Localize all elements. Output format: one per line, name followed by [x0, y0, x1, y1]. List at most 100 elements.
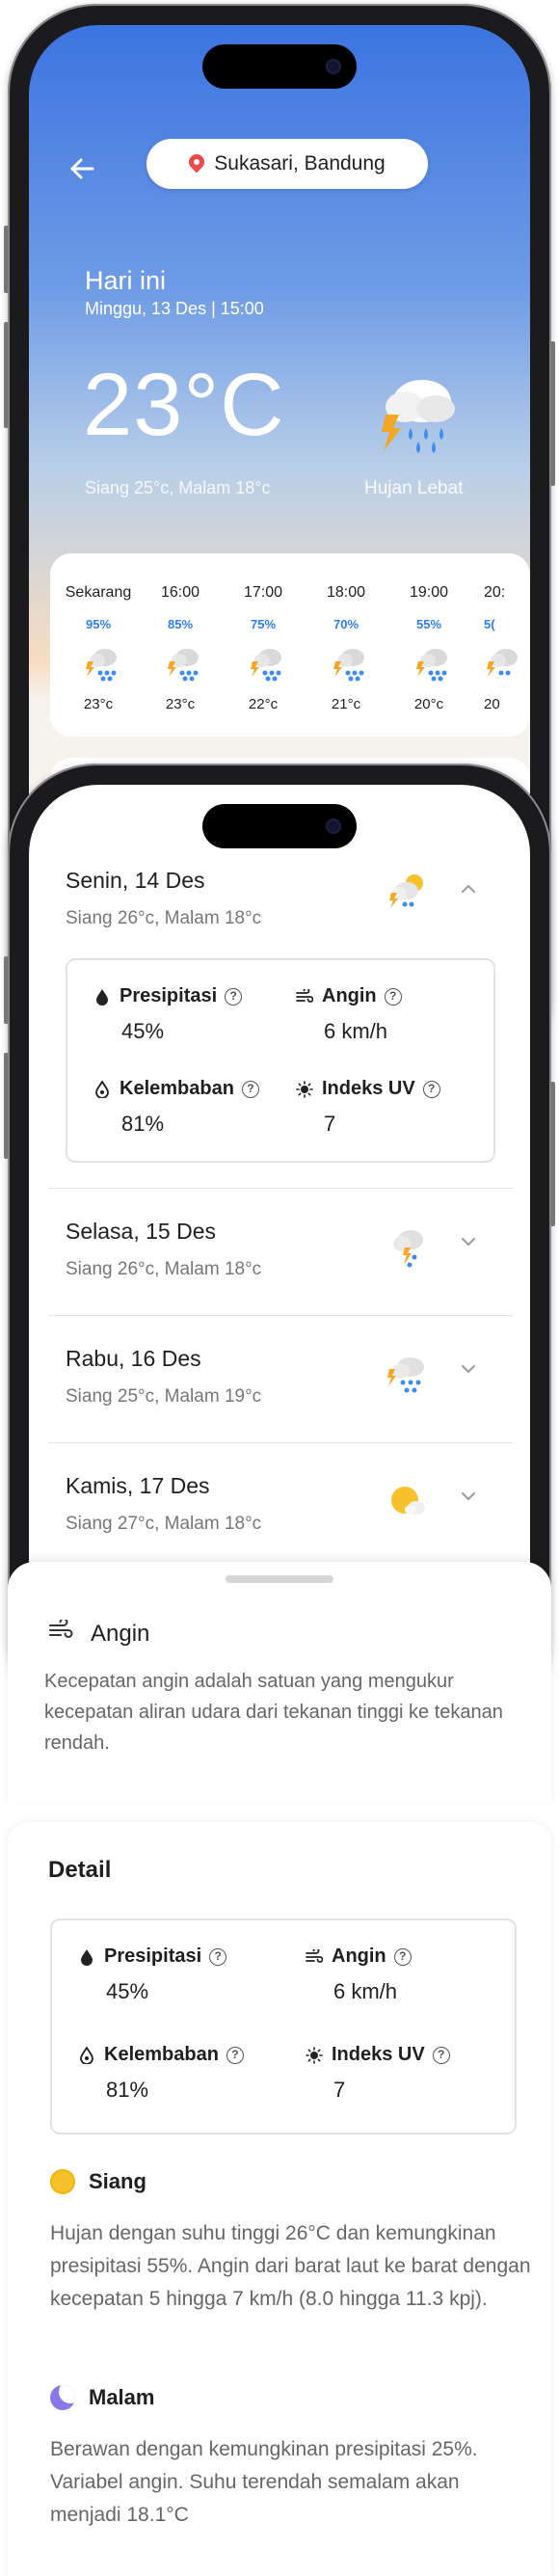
sheet-grabber[interactable]: [226, 1575, 333, 1583]
humidity-label: Kelembaban: [120, 1078, 234, 1099]
hour-time: Sekarang: [65, 584, 132, 601]
hour-time: 20:: [484, 584, 506, 601]
wind-icon: [295, 987, 314, 1006]
daily-item[interactable]: Kamis, 17 Des Siang 27°c, Malam 18°c: [48, 1444, 513, 1571]
day-heading: Siang: [89, 2169, 146, 2193]
side-button: [550, 1082, 555, 1226]
help-icon[interactable]: ?: [241, 1080, 259, 1098]
hour-time: 19:00: [409, 584, 449, 601]
back-arrow-icon[interactable]: [67, 154, 102, 189]
detail-title: Detail: [48, 1857, 112, 1883]
day-section-header: Siang: [50, 2169, 146, 2194]
day-temp-range: Siang 27°c, Malam 18°c: [66, 1514, 262, 1534]
side-button: [550, 341, 555, 486]
heavy-rain-thunder-icon: [384, 1350, 432, 1398]
sheet-title: Angin: [91, 1620, 150, 1647]
metric-humidity: Kelembaban? 81%: [77, 2044, 244, 2103]
today-label: Hari ini: [85, 266, 167, 295]
day-name: Rabu, 16 Des: [66, 1346, 201, 1371]
daily-item[interactable]: Rabu, 16 Des Siang 25°c, Malam 19°c: [48, 1317, 513, 1444]
camera-icon: [326, 59, 341, 74]
chevron-down-icon[interactable]: [459, 1359, 478, 1379]
wind-value: 6 km/h: [324, 1019, 388, 1043]
current-temperature: 23°C: [83, 356, 285, 454]
hour-precip: 95%: [85, 617, 112, 631]
daily-item[interactable]: Selasa, 15 Des Siang 26°c, Malam 18°c: [48, 1190, 513, 1317]
rain-thunder-icon: [384, 1222, 432, 1271]
sheet-description: Kecepatan angin adalah satuan yang mengu…: [44, 1671, 503, 1754]
metric-precipitation: Presipitasi? 45%: [77, 1945, 227, 2004]
help-icon[interactable]: ?: [384, 987, 402, 1006]
location-name: Sukasari, Bandung: [214, 152, 386, 174]
chevron-up-icon[interactable]: [459, 879, 478, 899]
help-icon[interactable]: ?: [422, 1080, 440, 1098]
metric-wind: Angin? 6 km/h: [305, 1945, 412, 2004]
location-selector[interactable]: Sukasari, Bandung: [146, 139, 428, 189]
rain-thunder-icon: [331, 644, 369, 683]
location-pin-icon: [189, 154, 204, 174]
sheet-header: Angin: [48, 1618, 150, 1648]
sun-cloud-icon: [384, 1477, 432, 1525]
metrics-box: Presipitasi? 45% Angin? 6 km/h Kelembaba…: [50, 1919, 517, 2134]
hour-time: 18:00: [326, 584, 366, 601]
precip-value: 45%: [106, 1979, 149, 2003]
hour-precip: 85%: [167, 617, 194, 631]
humidity-icon: [93, 1080, 112, 1099]
hour-temp: 22°c: [248, 696, 279, 712]
rain-thunder-icon: [83, 644, 121, 683]
rain-thunder-icon: [484, 644, 522, 683]
side-button: [4, 322, 9, 428]
humidity-label: Kelembaban: [104, 2044, 219, 2065]
day-temp-range: Siang 26°c, Malam 18°c: [66, 908, 262, 928]
wind-icon: [305, 1947, 324, 1967]
sun-icon: [305, 2046, 324, 2065]
divider: [48, 1315, 513, 1316]
condition-label: Hujan Lebat: [364, 478, 464, 498]
divider: [48, 1442, 513, 1443]
hour-precip: 55%: [415, 617, 442, 631]
side-button: [4, 226, 9, 293]
side-button: [4, 956, 9, 1024]
current-date-time: Minggu, 13 Des | 15:00: [85, 299, 264, 318]
help-icon[interactable]: ?: [393, 1947, 412, 1966]
help-icon[interactable]: ?: [226, 2046, 244, 2064]
hour-temp: 23°c: [83, 696, 114, 712]
help-icon[interactable]: ?: [209, 1947, 227, 1966]
hour-temp: 20: [484, 696, 500, 712]
hour-precip: 75%: [250, 617, 277, 631]
hour-temp: 23°c: [165, 696, 196, 712]
night-heading: Malam: [89, 2385, 155, 2409]
uv-label: Indeks UV: [332, 2044, 425, 2065]
hour-precip: 5(: [484, 617, 495, 631]
hour-temp: 21°c: [331, 696, 361, 712]
hour-time: 17:00: [243, 584, 283, 601]
precip-label: Presipitasi: [120, 985, 218, 1006]
chevron-down-icon[interactable]: [459, 1487, 478, 1506]
metric-precipitation: Presipitasi? 45%: [93, 985, 243, 1044]
hourly-forecast-card[interactable]: Sekarang 95% 23°c 16:00 85% 23°c 17:00 7…: [50, 553, 530, 737]
drop-icon: [93, 987, 112, 1006]
wind-label: Angin: [332, 1945, 386, 1967]
metrics-box: Presipitasi? 45% Angin? 6 km/h Kelembaba…: [66, 958, 495, 1163]
uv-value: 7: [333, 2078, 346, 2102]
humidity-value: 81%: [106, 2078, 149, 2102]
rain-thunder-icon: [413, 644, 452, 683]
rain-thunder-icon: [248, 644, 286, 683]
divider: [48, 1188, 513, 1189]
daily-item-expanded[interactable]: Senin, 14 Des Siang 26°c, Malam 18°c Pre…: [48, 785, 513, 1190]
night-section-header: Malam: [50, 2385, 154, 2410]
sun-icon: [50, 2169, 75, 2194]
wind-icon: [48, 1618, 73, 1648]
chevron-down-icon[interactable]: [459, 1232, 478, 1251]
humidity-icon: [77, 2046, 96, 2065]
hour-precip: 70%: [333, 617, 359, 631]
day-night-range: Siang 25°c, Malam 18°c: [85, 478, 271, 497]
help-icon[interactable]: ?: [432, 2046, 450, 2064]
metric-humidity: Kelembaban? 81%: [93, 1078, 259, 1137]
dynamic-island: [202, 44, 357, 89]
day-name: Kamis, 17 Des: [66, 1473, 210, 1498]
metric-uv-index: Indeks UV? 7: [295, 1078, 440, 1137]
wind-label: Angin: [322, 985, 377, 1006]
day-temp-range: Siang 26°c, Malam 18°c: [66, 1259, 262, 1279]
help-icon[interactable]: ?: [225, 987, 243, 1006]
